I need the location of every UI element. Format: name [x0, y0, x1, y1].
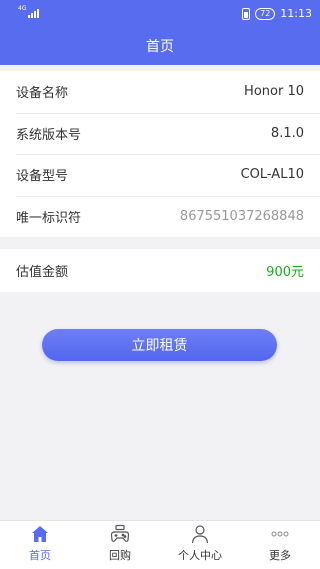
more-icon [270, 524, 290, 544]
page-title: 首页 [146, 39, 174, 55]
page-header: 首页 [0, 27, 320, 65]
tab-profile[interactable]: 个人中心 [160, 521, 240, 569]
valuation-label: 估值金额 [16, 265, 69, 280]
clock: 11:13 [280, 7, 312, 20]
device-model-label: 设备型号 [16, 169, 69, 185]
person-icon [190, 524, 210, 544]
rent-now-button[interactable]: 立即租赁 [42, 329, 277, 361]
status-right: 72 11:13 [242, 7, 312, 20]
system-version-row: 系统版本号 8.1.0 [0, 112, 320, 155]
valuation-row: 估值金额 900元 [0, 249, 320, 292]
battery-icon [242, 7, 251, 20]
tab-more-label: 更多 [269, 549, 291, 562]
device-model-value: COL-AL10 [240, 167, 304, 183]
device-name-label: 设备名称 [16, 86, 69, 102]
battery-level: 72 [255, 7, 276, 20]
home-icon [30, 524, 50, 544]
tab-more[interactable]: 更多 [240, 521, 320, 569]
valuation-value: 900元 [266, 265, 304, 280]
system-version-label: 系统版本号 [16, 127, 82, 143]
tab-buyback[interactable]: 回购 [80, 521, 160, 569]
device-model-row: 设备型号 COL-AL10 [0, 154, 320, 196]
device-info-card: 设备名称 Honor 10 系统版本号 8.1.0 设备型号 COL-AL10 … [0, 71, 320, 237]
system-version-value: 8.1.0 [270, 125, 304, 141]
gamepad-icon [110, 524, 130, 544]
device-name-row: 设备名称 Honor 10 [0, 71, 320, 113]
network-type: 4G [18, 5, 27, 12]
valuation-card: 估值金额 900元 [0, 249, 320, 292]
device-id-label: 唯一标识符 [16, 210, 82, 226]
signal-icon [28, 9, 40, 18]
tab-home-label: 首页 [29, 549, 51, 562]
device-name-value: Honor 10 [244, 84, 304, 100]
device-id-value: 867551037268848 [179, 208, 304, 224]
tab-buyback-label: 回购 [109, 549, 131, 562]
bottom-tab-bar: 首页 回购 个人中心 更多 [0, 520, 320, 569]
tab-home[interactable]: 首页 [0, 521, 80, 569]
signal-area: 4G [18, 5, 40, 18]
device-id-row: 唯一标识符 867551037268848 [0, 195, 320, 238]
tab-profile-label: 个人中心 [178, 549, 222, 562]
app-screen: 4G 72 11:13 首页 设备名称 Honor 10 系统版本号 8.1.0… [0, 0, 320, 569]
status-bar: 4G 72 11:13 [0, 0, 320, 27]
